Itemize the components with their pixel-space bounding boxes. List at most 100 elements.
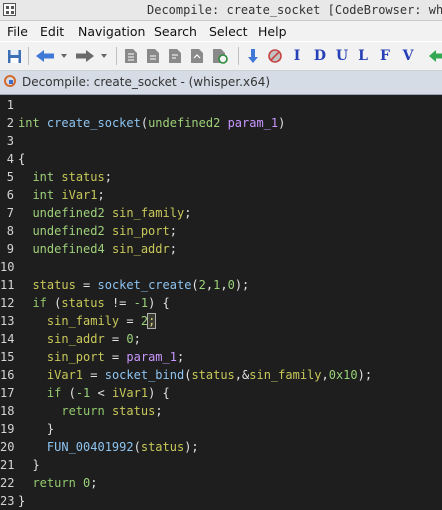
code-text[interactable]: int status; — [18, 168, 112, 186]
code-token-type: undefined2 — [32, 206, 105, 220]
code-line: 12 if (status != -1) { — [0, 294, 442, 312]
code-text[interactable]: return status; — [18, 402, 163, 420]
code-token-plain: } — [18, 458, 40, 472]
code-token-var: iVar1 — [46, 368, 84, 382]
code-token-func: socket_bind — [104, 368, 185, 382]
code-text[interactable]: sin_family = 2; — [18, 312, 157, 330]
line-number: 6 — [6, 188, 14, 202]
code-line: 17 if (-1 < iVar1) { — [0, 384, 442, 402]
code-text[interactable]: sin_addr = 0; — [18, 330, 141, 348]
toolbar: I D U L F V — [0, 42, 442, 71]
code-token-plain: ; — [169, 224, 177, 238]
code-text[interactable]: undefined4 sin_addr; — [18, 240, 177, 258]
code-line: 11 status = socket_create(2,1,0); — [0, 276, 442, 294]
code-text[interactable]: { — [18, 150, 25, 168]
code-line: 8 undefined2 sin_port; — [0, 222, 442, 240]
toolbar-letter-v[interactable]: V — [400, 46, 416, 66]
code-text[interactable]: int iVar1; — [18, 186, 104, 204]
toolbar-letter-d[interactable]: D — [312, 46, 328, 66]
panel-title: Decompile: create_socket - (whisper.x64) — [22, 75, 271, 89]
code-text[interactable]: sin_port = param_1; — [18, 348, 184, 366]
code-token-plain: ( — [46, 296, 62, 310]
code-text[interactable]: status = socket_create(2,1,0); — [18, 276, 249, 294]
menu-select[interactable]: Select — [209, 24, 248, 39]
code-text[interactable]: int create_socket(undefined2 param_1) — [18, 114, 285, 132]
bookmark-icon[interactable] — [122, 46, 140, 66]
code-token-plain: ; — [155, 404, 163, 418]
code-text[interactable]: if (-1 < iVar1) { — [18, 384, 170, 402]
code-token-type: int — [18, 116, 40, 130]
snapshot-icon[interactable] — [210, 46, 230, 66]
code-text[interactable]: undefined2 sin_family; — [18, 204, 191, 222]
toolbar-letter-f[interactable]: F — [378, 46, 392, 66]
code-token-plain: = — [104, 350, 127, 364]
code-text[interactable]: } — [18, 420, 54, 438]
code-token-kw: if — [32, 296, 47, 310]
code-text[interactable]: undefined2 sin_port; — [18, 222, 177, 240]
stop-icon[interactable] — [266, 46, 284, 66]
code-token-plain: ) — [278, 116, 286, 130]
code-token-num: 2 — [198, 278, 206, 292]
line-number: 2 — [6, 116, 14, 130]
menu-search[interactable]: Search — [154, 24, 197, 39]
code-token-plain: = — [119, 314, 141, 328]
menu-navigation[interactable]: Navigation — [78, 24, 145, 39]
code-token-var: sin_addr — [111, 242, 170, 256]
code-editor[interactable]: 1 2 int create_socket(undefined2 param_1) 3… — [0, 95, 442, 510]
code-token-var: sin_family — [249, 368, 322, 382]
menu-help[interactable]: Help — [258, 24, 287, 39]
line-number: 19 — [0, 422, 15, 436]
code-text[interactable]: FUN_00401992(status); — [18, 438, 199, 456]
code-text[interactable]: if (status != -1) { — [18, 294, 169, 312]
line-number: 7 — [6, 206, 14, 220]
code-token-param: param_1 — [227, 116, 279, 130]
code-token-cursor: ; — [147, 313, 157, 329]
menu-edit[interactable]: Edit — [40, 24, 64, 39]
window-titlebar: Decompile: create_socket [CodeBrowser: w… — [0, 0, 442, 21]
code-text[interactable]: return 0; — [18, 474, 97, 492]
toolbar-letter-i[interactable]: I — [290, 46, 304, 66]
code-line: 1 — [0, 96, 442, 114]
code-line: 5 int status; — [0, 168, 442, 186]
paste-icon[interactable] — [166, 46, 184, 66]
code-token-num: 2 — [140, 314, 149, 328]
code-token-plain: ; — [133, 332, 141, 346]
code-token-var: sin_port — [111, 224, 170, 238]
line-number: 16 — [0, 368, 15, 382]
code-token-plain: } — [18, 494, 26, 508]
window-menu-icon[interactable] — [3, 3, 16, 16]
forward-arrow-icon[interactable] — [74, 46, 110, 66]
down-arrow-icon[interactable] — [244, 46, 262, 66]
export-icon[interactable] — [188, 46, 206, 66]
code-text[interactable]: iVar1 = socket_bind(status,&sin_family,0… — [18, 366, 372, 384]
code-line: 20 FUN_00401992(status); — [0, 438, 442, 456]
toolbar-letter-l[interactable]: L — [356, 46, 370, 66]
code-token-var: iVar1 — [61, 188, 98, 202]
line-number: 10 — [0, 260, 15, 274]
save-icon[interactable] — [6, 46, 22, 66]
code-token-plain: , — [321, 368, 329, 382]
code-token-num: -1 — [133, 296, 149, 310]
code-line: 10 — [0, 258, 442, 276]
green-arrow-icon[interactable] — [428, 46, 442, 66]
code-text[interactable]: } — [18, 492, 25, 510]
code-text[interactable]: } — [18, 456, 40, 474]
back-arrow-icon[interactable] — [34, 46, 70, 66]
copy-icon[interactable] — [144, 46, 162, 66]
code-token-plain: ( — [140, 116, 149, 130]
menu-file[interactable]: File — [7, 24, 28, 39]
code-line: 21 } — [0, 456, 442, 474]
code-token-plain: ); — [357, 368, 373, 382]
code-line: 15 sin_port = param_1; — [0, 348, 442, 366]
toolbar-letter-u[interactable]: U — [334, 46, 350, 66]
